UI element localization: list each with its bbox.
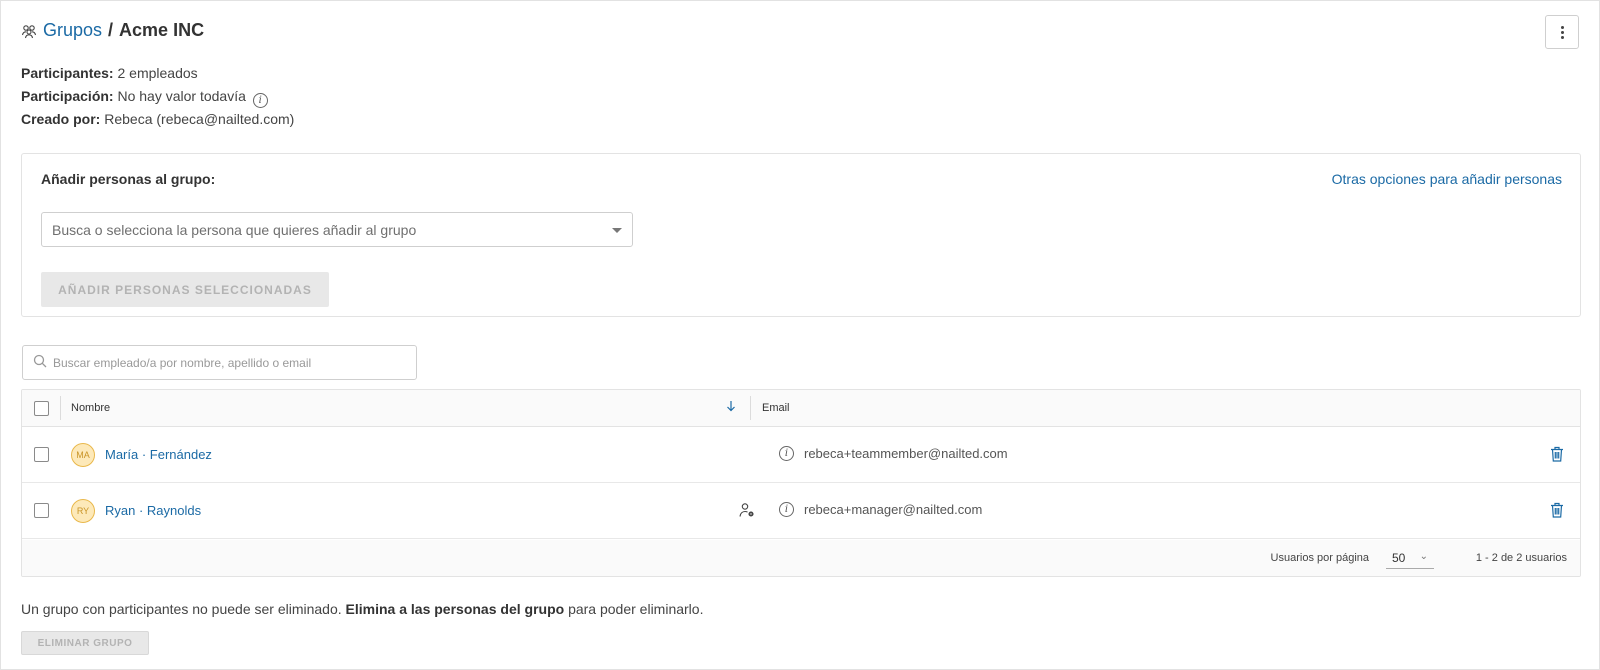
info-icon[interactable]: i [779, 502, 794, 517]
manager-icon [739, 502, 755, 521]
info-icon[interactable]: i [779, 446, 794, 461]
member-name-link[interactable]: Ryan · Raynolds [105, 503, 201, 518]
participants-line: Participantes: 2 empleados [21, 65, 198, 81]
participation-label: Participación: [21, 88, 114, 104]
page-title: Grupos / Acme INC [21, 20, 204, 41]
kebab-menu-icon[interactable] [1545, 15, 1579, 49]
group-icon [21, 23, 37, 39]
chevron-down-icon: ⌄ [1419, 551, 1428, 562]
notice-text-post: para poder eliminarlo. [568, 601, 704, 617]
info-icon[interactable]: i [252, 93, 268, 108]
table-footer: Usuarios por página 50 ⌄ 1 - 2 de 2 usua… [22, 540, 1580, 576]
select-all-checkbox[interactable] [34, 401, 49, 416]
member-email-text: rebeca+teammember@nailted.com [804, 446, 1008, 461]
created-by-value: Rebeca (rebeca@nailted.com) [104, 111, 295, 127]
search-icon [33, 354, 47, 371]
other-options-link[interactable]: Otras opciones para añadir personas [1332, 171, 1562, 187]
employee-search-input[interactable]: Buscar empleado/a por nombre, apellido o… [22, 345, 417, 380]
group-name: Acme INC [119, 20, 205, 40]
pagination-range: 1 - 2 de 2 usuarios [1475, 552, 1567, 564]
member-email: i rebeca+teammember@nailted.com [779, 446, 1008, 461]
avatar: RY [71, 499, 95, 523]
member-name-link[interactable]: María · Fernández [105, 447, 212, 462]
notice-text-bold: Elimina a las personas del grupo [345, 601, 565, 617]
table-row: RY Ryan · Raynolds i rebeca+manager@nail… [22, 483, 1580, 539]
delete-notice: Un grupo con participantes no puede ser … [21, 601, 703, 617]
members-table: Nombre Email MA María · Fernández i rebe… [21, 389, 1581, 577]
participation-value: No hay valor todavía [117, 88, 246, 104]
member-email-text: rebeca+manager@nailted.com [804, 502, 983, 517]
participants-value: 2 empleados [117, 65, 198, 81]
delete-group-button[interactable]: ELIMINAR GRUPO [21, 631, 149, 655]
group-detail-page: Grupos / Acme INC Participantes: 2 emple… [0, 0, 1600, 670]
breadcrumb-separator: / [108, 20, 114, 40]
per-page-value: 50 [1392, 551, 1406, 565]
created-by-label: Creado por: [21, 111, 101, 127]
column-divider [750, 396, 751, 420]
table-header: Nombre Email [22, 390, 1580, 427]
person-select-placeholder: Busca o selecciona la persona que quiere… [52, 222, 417, 238]
column-header-email[interactable]: Email [762, 402, 790, 414]
avatar: MA [71, 443, 95, 467]
dropdown-caret-icon [612, 228, 622, 233]
notice-text-pre: Un grupo con participantes no puede ser … [21, 601, 342, 617]
add-selected-button[interactable]: AÑADIR PERSONAS SELECCIONADAS [41, 272, 329, 307]
column-divider [60, 396, 61, 420]
add-people-panel: Añadir personas al grupo: Otras opciones… [21, 153, 1581, 317]
row-checkbox[interactable] [34, 447, 49, 462]
participation-line: Participación: No hay valor todavía i [21, 88, 268, 108]
member-email: i rebeca+manager@nailted.com [779, 502, 982, 517]
person-select[interactable]: Busca o selecciona la persona que quiere… [41, 212, 633, 247]
per-page-label: Usuarios por página [1270, 552, 1369, 564]
breadcrumb-groups-link[interactable]: Grupos [43, 20, 102, 41]
sort-arrow-icon[interactable] [725, 398, 737, 417]
add-people-title: Añadir personas al grupo: [41, 171, 216, 187]
trash-icon[interactable] [1550, 502, 1564, 521]
row-checkbox[interactable] [34, 503, 49, 518]
created-by-line: Creado por: Rebeca (rebeca@nailted.com) [21, 111, 294, 127]
search-placeholder: Buscar empleado/a por nombre, apellido o… [53, 355, 312, 370]
column-header-name[interactable]: Nombre [71, 402, 110, 414]
trash-icon[interactable] [1550, 446, 1564, 465]
table-row: MA María · Fernández i rebeca+teammember… [22, 427, 1580, 483]
participants-label: Participantes: [21, 65, 114, 81]
per-page-select[interactable]: 50 ⌄ [1386, 549, 1434, 569]
